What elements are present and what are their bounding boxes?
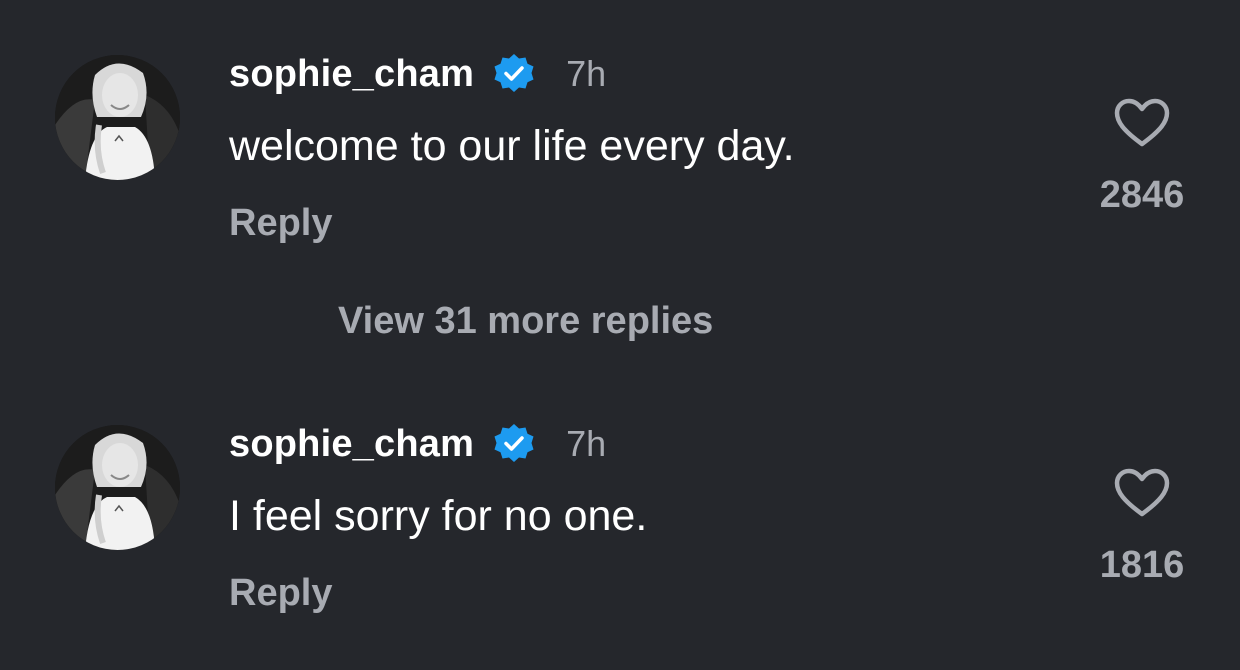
verified-badge-icon [492, 52, 536, 96]
avatar[interactable] [55, 55, 180, 180]
heart-icon[interactable] [1114, 98, 1170, 148]
reply-button[interactable]: Reply [229, 202, 332, 245]
comment-item: sophie_cham 7h I feel sorry for no one. … [0, 420, 1240, 620]
like-control: 1816 [1090, 468, 1194, 587]
comment-header: sophie_cham 7h [229, 420, 606, 468]
like-count: 1816 [1099, 544, 1185, 586]
avatar-image [55, 425, 180, 550]
username[interactable]: sophie_cham [229, 423, 474, 466]
like-control: 2846 [1090, 98, 1194, 217]
avatar[interactable] [55, 425, 180, 550]
verified-badge-icon [492, 422, 536, 466]
reply-button[interactable]: Reply [229, 572, 332, 615]
timestamp: 7h [566, 53, 607, 94]
comment-item: sophie_cham 7h welcome to our life every… [0, 50, 1240, 250]
view-more-replies-button[interactable]: View 31 more replies [338, 300, 713, 343]
comment-header: sophie_cham 7h [229, 50, 606, 98]
comment-text: I feel sorry for no one. [229, 492, 648, 540]
timestamp: 7h [566, 423, 607, 464]
comment-text: welcome to our life every day. [229, 122, 795, 170]
avatar-image [55, 55, 180, 180]
heart-icon[interactable] [1114, 468, 1170, 518]
username[interactable]: sophie_cham [229, 53, 474, 96]
like-count: 2846 [1099, 174, 1185, 216]
